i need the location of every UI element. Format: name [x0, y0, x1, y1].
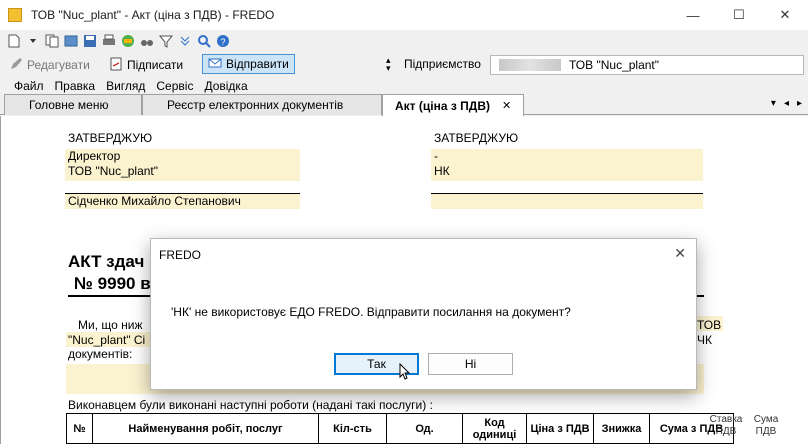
minimize-button[interactable]: — [670, 0, 716, 30]
column-header: Найменування робіт, послуг [92, 413, 319, 444]
action-toolbar: Редагувати Підписати Відправити ▴ ▾ Підпр… [0, 52, 808, 78]
tab-scroll-left-icon[interactable]: ◂ [784, 98, 789, 109]
dialog-message: 'НК' не використовує ЕДО FREDO. Відправи… [171, 305, 571, 319]
filter-down-icon[interactable] [177, 33, 193, 49]
approve-right-heading: ЗАТВЕРДЖУЮ [434, 131, 519, 145]
edit-button[interactable]: Редагувати [4, 55, 95, 75]
tab-tools: ▾ ◂ ▸ [771, 98, 802, 109]
export-icon[interactable] [120, 33, 136, 49]
enterprise-value: ТОВ "Nuc_plant" [569, 58, 660, 72]
dialog-close-icon[interactable]: ✕ [674, 245, 686, 262]
column-header: Од. [386, 413, 463, 444]
title-bar: ТОВ "Nuc_plant" - Акт (ціна з ПДВ) - FRE… [0, 0, 808, 30]
window-title: ТОВ "Nuc_plant" - Акт (ціна з ПДВ) - FRE… [31, 8, 275, 22]
tab-scroll-right-icon[interactable]: ▸ [797, 98, 802, 109]
enterprise-label: Підприємство [404, 57, 481, 71]
side-header-vat-rate: Ставка ПДВ [709, 414, 743, 437]
approve-left-position: Директор [68, 149, 121, 163]
tab-bar: Головне меню Реєстр електронних документ… [0, 94, 808, 116]
window-controls: — ☐ ✕ [670, 0, 808, 30]
approve-left-person: Сідченко Михайло Степанович [68, 194, 241, 208]
mouse-cursor-icon [399, 363, 411, 380]
app-icon [8, 8, 22, 22]
svg-text:?: ? [221, 37, 226, 47]
no-button[interactable]: Ні [428, 353, 513, 375]
edit-label: Редагувати [27, 58, 90, 72]
maximize-button[interactable]: ☐ [716, 0, 762, 30]
send-button[interactable]: Відправити [202, 54, 295, 74]
help-icon[interactable]: ? [215, 33, 231, 49]
works-intro: Виконавцем були виконані наступні роботи… [68, 398, 433, 412]
new-document-icon[interactable] [6, 33, 22, 49]
column-header: Ціна з ПДВ [526, 413, 594, 444]
act-number: № 9990 в [74, 274, 151, 293]
menu-view[interactable]: Вигляд [106, 79, 145, 93]
find-icon[interactable] [139, 33, 155, 49]
menu-help[interactable]: Довідка [204, 79, 247, 93]
paragraph-line-1-right: ТОВ [697, 318, 722, 332]
sign-icon [109, 57, 123, 74]
redacted-code [499, 59, 561, 71]
side-header-vat-sum: Сума ПДВ [753, 414, 779, 437]
print-icon[interactable] [101, 33, 117, 49]
tab-label: Головне меню [29, 98, 109, 112]
send-icon [208, 56, 222, 73]
approve-left-heading: ЗАТВЕРДЖУЮ [68, 131, 153, 145]
confirm-dialog: FREDO ✕ 'НК' не використовує ЕДО FREDO. … [150, 238, 697, 390]
menu-edit[interactable]: Правка [55, 79, 96, 93]
icon-toolbar: ? [0, 30, 808, 52]
tab-label: Акт (ціна з ПДВ) [395, 98, 490, 113]
send-label: Відправити [226, 57, 289, 71]
approve-left-org: ТОВ "Nuc_plant" [68, 164, 159, 178]
column-header: Кіл-сть [318, 413, 387, 444]
toolbar-overflow-icon[interactable]: ▴ ▾ [386, 56, 391, 73]
tab-close-icon[interactable]: ✕ [502, 99, 511, 112]
tab-act[interactable]: Акт (ціна з ПДВ) ✕ [382, 94, 524, 116]
menu-file[interactable]: Файл [14, 79, 44, 93]
tab-registry[interactable]: Реєстр електронних документів [142, 94, 382, 115]
zoom-icon[interactable] [196, 33, 212, 49]
paragraph-line-2: "Nuc_plant" Сі [68, 333, 146, 347]
act-title: АКТ здач [68, 252, 145, 271]
column-header: Код одиниці [462, 413, 527, 444]
tab-main-menu[interactable]: Головне меню [4, 94, 142, 115]
copy-document-icon[interactable] [44, 33, 60, 49]
column-header: Знижка [593, 413, 650, 444]
dialog-title: FREDO [159, 248, 201, 262]
approve-right-org: НК [434, 164, 450, 178]
approve-right-position: - [434, 149, 438, 163]
document-border [0, 116, 1, 444]
table-header-row: № Найменування робіт, послуг Кіл-сть Од.… [66, 413, 734, 444]
dropdown-arrow-icon[interactable] [25, 33, 41, 49]
works-table: № Найменування робіт, послуг Кіл-сть Од.… [66, 413, 734, 444]
tab-list-icon[interactable]: ▾ [771, 98, 776, 109]
approve-right-fields [431, 149, 703, 181]
paragraph-line-1: Ми, що ниж [78, 318, 143, 332]
paragraph-line-3: документів: [68, 347, 133, 361]
approve-right-person-field [431, 194, 703, 209]
paragraph-line-2-right: ЧК [697, 333, 712, 347]
enterprise-field[interactable]: ТОВ "Nuc_plant" [490, 55, 804, 75]
sign-label: Підписати [127, 58, 184, 72]
open-icon[interactable] [63, 33, 79, 49]
column-header: № [66, 413, 93, 444]
tab-label: Реєстр електронних документів [167, 98, 344, 112]
edit-icon [9, 57, 23, 74]
save-icon[interactable] [82, 33, 98, 49]
filter-icon[interactable] [158, 33, 174, 49]
close-button[interactable]: ✕ [762, 0, 808, 30]
sign-button[interactable]: Підписати [104, 55, 188, 75]
menu-bar: Файл Правка Вигляд Сервіс Довідка [0, 78, 808, 94]
menu-service[interactable]: Сервіс [156, 79, 193, 93]
